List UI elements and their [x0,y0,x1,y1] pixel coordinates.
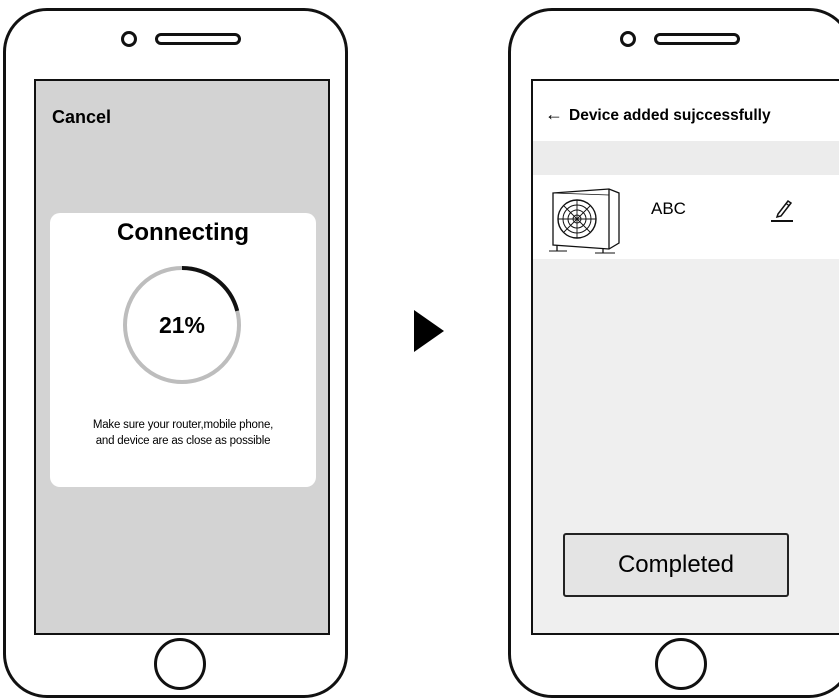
progress-percent: 21% [158,311,206,338]
device-list-item[interactable]: ABC [533,175,839,259]
cancel-button[interactable]: Cancel [52,107,111,128]
connecting-dialog: Connecting 21% Make sure your router,mob… [50,213,316,487]
page-title: Device added sujccessfully [569,107,771,124]
device-name: ABC [651,199,686,218]
success-header: ← Device added sujccessfully [533,81,839,141]
heat-pump-unit-icon [549,188,620,254]
success-screen: ← Device added sujccessfully ABC Complet… [531,79,839,635]
phone-frame-connecting: Cancel Connecting 21% Make sure your rou… [3,8,348,698]
speaker-slot-icon [654,33,740,45]
hint-line-2: and device are as close as possible [95,435,271,447]
hint-line-1: Make sure your router,mobile phone, [92,419,274,431]
divider-strip [533,141,839,175]
camera-dot-icon [620,31,636,47]
connecting-screen: Cancel Connecting 21% Make sure your rou… [34,79,330,635]
pencil-icon[interactable] [769,197,795,223]
connection-hint: Make sure your router,mobile phone, and … [60,417,306,449]
dialog-title: Connecting [117,219,249,246]
completed-button[interactable]: Completed [563,533,789,597]
camera-dot-icon [121,31,137,47]
arrow-left-icon[interactable]: ← [545,105,563,123]
speaker-slot-icon [155,33,241,45]
phone-frame-success: ← Device added sujccessfully ABC Complet… [508,8,839,698]
play-arrow-icon [414,310,444,352]
home-button[interactable] [655,638,707,690]
home-button[interactable] [154,638,206,690]
